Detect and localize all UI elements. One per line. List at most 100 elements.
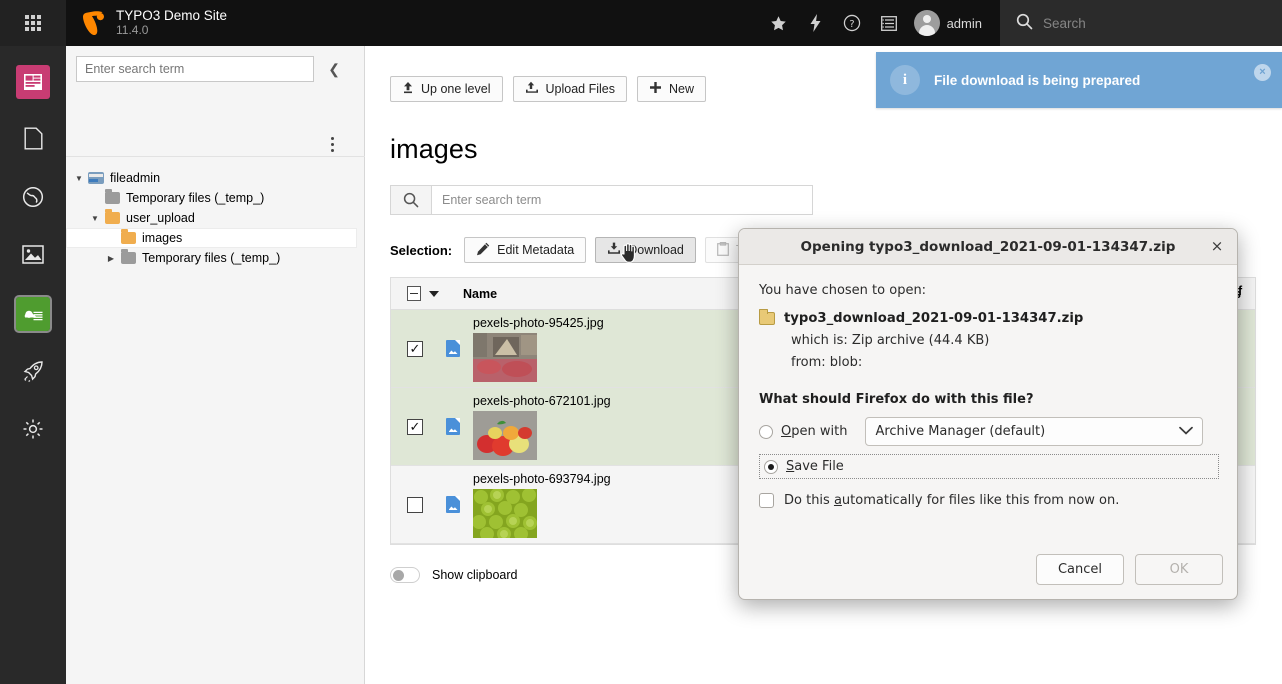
open-with-value: Archive Manager (default) [875,424,1045,439]
tree-search-input[interactable]: Enter search term [76,56,314,82]
open-with-row: Open with Archive Manager (default) [759,417,1217,446]
pencil-icon [476,242,490,259]
folder-grey-icon [102,192,122,204]
tree-toggle-spacer [88,194,102,203]
row-checkbox[interactable] [407,497,423,513]
row-checkbox[interactable]: ✓ [407,341,423,357]
tree-node-label: fileadmin [106,171,160,185]
global-search-input[interactable]: Search [1043,16,1086,31]
open-with-radio[interactable] [759,425,773,439]
vertical-dots-icon[interactable] [322,134,342,154]
site-title: TYPO3 Demo Site [116,8,227,24]
username-label: admin [947,16,982,31]
chevron-down-icon[interactable] [429,291,439,297]
file-name-link[interactable]: pexels-photo-95425.jpg [473,316,604,330]
notification-message: File download is being prepared [934,73,1140,88]
save-file-row[interactable]: Save File [759,454,1219,479]
close-circle-icon[interactable]: × [1254,64,1271,81]
image-file-icon [439,340,467,357]
sidebar-item-upgrade[interactable] [0,346,66,398]
apps-grid-button[interactable] [0,0,66,46]
tree-node-label: Temporary files (_temp_) [138,251,280,265]
tree-node[interactable]: images [66,228,357,248]
do-automatically-checkbox[interactable] [759,493,774,508]
search-icon[interactable] [390,185,431,215]
brand-area[interactable]: TYPO3 Demo Site 11.4.0 [66,0,227,46]
edit-metadata-button[interactable]: Edit Metadata [464,237,586,263]
download-button[interactable]: Download [595,237,696,263]
show-clipboard-toggle[interactable] [390,567,420,583]
upload-files-button[interactable]: Upload Files [513,76,627,102]
chevron-down-icon[interactable]: ▼ [88,214,102,223]
show-clipboard-label: Show clipboard [432,568,517,582]
plus-icon [649,81,662,97]
tree-node[interactable]: ▼ fileadmin [66,168,357,188]
edit-metadata-label: Edit Metadata [497,243,574,257]
from-value: blob: [830,355,862,370]
sidebar-item-settings[interactable] [0,404,66,456]
svg-text:?: ? [849,19,854,30]
sidebar-item-site[interactable] [0,172,66,224]
sidebar-item-file[interactable] [0,114,66,166]
new-button[interactable]: New [637,76,706,102]
file-cell: pexels-photo-693794.jpg [467,472,611,538]
tree-node[interactable]: ▶ Temporary files (_temp_) [66,248,357,268]
save-file-radio[interactable] [764,460,778,474]
whichis-label: which is: [791,333,848,348]
chevron-left-icon[interactable]: ❮ [314,56,354,82]
bookmarks-star-icon[interactable] [760,0,797,46]
help-question-icon[interactable]: ? [834,0,871,46]
file-thumbnail[interactable] [473,489,537,538]
open-with-select[interactable]: Archive Manager (default) [865,417,1203,446]
up-one-level-button[interactable]: Up one level [390,76,503,102]
close-icon[interactable]: × [1207,237,1227,257]
sidebar-item-filelist[interactable] [0,288,66,340]
download-icon [607,242,621,258]
content-search-row: Enter search term [366,165,1282,215]
file-cell: pexels-photo-95425.jpg [467,316,604,382]
image-file-icon [439,418,467,435]
row-checkbox[interactable]: ✓ [407,419,423,435]
image-icon [22,245,44,267]
user-menu[interactable]: admin [908,0,996,46]
globe-icon [22,186,44,211]
global-search[interactable]: Search [1000,0,1282,46]
minus-checkbox-icon[interactable] [407,286,421,301]
file-name-link[interactable]: pexels-photo-672101.jpg [473,394,611,408]
upload-icon [525,81,539,97]
sidebar-item-media[interactable] [0,230,66,282]
folder-icon [118,232,138,244]
clipboard-icon [717,242,729,259]
tree-node[interactable]: ▼user_upload [66,208,357,228]
select-all-cell [391,286,439,301]
save-file-label[interactable]: Save File [786,459,844,474]
file-thumbnail[interactable] [473,411,537,460]
typo3-version: 11.4.0 [116,24,227,38]
cancel-button[interactable]: Cancel [1036,554,1124,585]
chevron-down-icon[interactable]: ▼ [72,174,86,183]
tree-search-row: Enter search term ❮ [66,46,364,82]
list-log-icon[interactable] [871,0,908,46]
chevron-right-icon[interactable]: ▶ [104,254,118,263]
search-input[interactable]: Enter search term [431,185,813,215]
file-name-link[interactable]: pexels-photo-693794.jpg [473,472,611,486]
tree-node-label: Temporary files (_temp_) [122,191,264,205]
dialog-buttons: Cancel OK [1036,554,1223,585]
do-automatically-label-rest: utomatically for files like this from no… [842,493,1119,508]
module-sidebar [0,46,66,684]
tree-node[interactable]: Temporary files (_temp_) [66,188,357,208]
typo3-logo-icon [80,9,106,37]
do-automatically-label[interactable]: Do this automatically for files like thi… [784,493,1119,508]
flash-clear-cache-icon[interactable] [797,0,834,46]
column-header-name[interactable]: Name [439,287,497,301]
grid-apps-icon [25,15,41,31]
do-automatically-row[interactable]: Do this automatically for files like thi… [759,493,1217,508]
row-checkbox-cell [391,497,439,513]
file-thumbnail[interactable] [473,333,537,382]
tree-toggle-spacer [104,234,118,243]
avatar [914,10,940,36]
sidebar-item-web[interactable] [0,56,66,108]
file-cell: pexels-photo-672101.jpg [467,394,611,460]
open-with-label[interactable]: Open with [781,424,847,439]
file-tree: ▼ fileadmin Temporary files (_temp_) ▼user… [66,168,357,268]
